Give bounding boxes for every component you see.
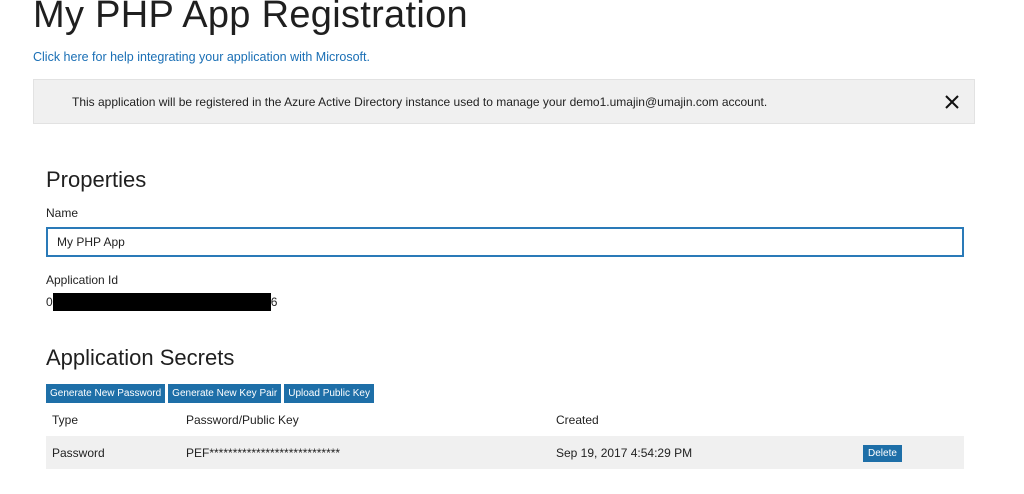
help-integration-link[interactable]: Click here for help integrating your app… — [33, 50, 370, 64]
column-header-key: Password/Public Key — [186, 413, 299, 427]
application-id-value: 06 — [46, 293, 277, 311]
row-type: Password — [52, 446, 105, 460]
page-title: My PHP App Registration — [33, 0, 468, 36]
notice-text: This application will be registered in t… — [72, 95, 768, 109]
application-id-prefix: 0 — [46, 295, 53, 309]
row-created: Sep 19, 2017 4:54:29 PM — [556, 446, 693, 460]
delete-button[interactable]: Delete — [863, 445, 902, 462]
app-registration-page: My PHP App Registration Click here for h… — [0, 0, 1024, 494]
application-id-label: Application Id — [46, 273, 119, 287]
close-icon[interactable] — [942, 92, 962, 112]
secrets-table: Type Password/Public Key Created Passwor… — [46, 404, 964, 469]
application-id-suffix: 6 — [270, 295, 278, 309]
name-label: Name — [46, 206, 79, 220]
upload-public-key-button[interactable]: Upload Public Key — [284, 384, 374, 403]
application-secrets-heading: Application Secrets — [46, 345, 235, 370]
generate-new-password-button[interactable]: Generate New Password — [46, 384, 166, 403]
redaction-bar — [52, 293, 271, 311]
column-header-type: Type — [52, 413, 79, 427]
name-input[interactable] — [46, 227, 964, 257]
row-key: PEF**************************** — [186, 446, 341, 460]
column-header-created: Created — [556, 413, 599, 427]
table-row: Password PEF****************************… — [46, 436, 964, 469]
properties-heading: Properties — [46, 167, 147, 192]
generate-new-key-pair-button[interactable]: Generate New Key Pair — [168, 384, 282, 403]
table-header: Type Password/Public Key Created — [46, 404, 964, 436]
secrets-toolbar: Generate New Password Generate New Key P… — [46, 384, 374, 403]
registration-notice-banner: This application will be registered in t… — [33, 79, 975, 124]
